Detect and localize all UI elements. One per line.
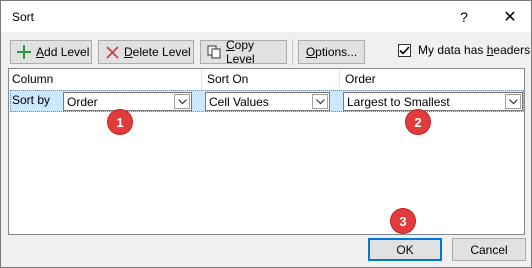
column-header: Column: [12, 72, 54, 86]
sort-dialog: Sort ? ✕ Add Level Delete Level Copy Lev…: [0, 0, 532, 268]
cancel-button[interactable]: Cancel: [452, 238, 526, 261]
copy-icon: [206, 44, 222, 60]
copy-level-button[interactable]: Copy Level: [200, 38, 287, 66]
ok-button[interactable]: OK: [368, 238, 442, 261]
sort-by-label: Sort by: [12, 93, 51, 107]
add-level-label: Add Level: [36, 45, 90, 59]
order-dropdown[interactable]: Largest to Smallest: [343, 92, 523, 111]
column-dropdown-value: Order: [67, 94, 98, 109]
chevron-down-icon[interactable]: [312, 94, 328, 109]
order-header: Order: [345, 72, 376, 86]
add-level-button[interactable]: Add Level: [10, 40, 92, 64]
sort-levels-grid: Column Sort On Order Sort by Order Cell …: [8, 68, 525, 235]
delete-level-button[interactable]: Delete Level: [98, 40, 194, 64]
sort-on-header: Sort On: [207, 72, 249, 86]
copy-level-label: Copy Level: [225, 38, 255, 66]
headers-checkbox[interactable]: [398, 43, 411, 57]
toolbar-separator: [292, 39, 293, 65]
close-button[interactable]: ✕: [490, 1, 530, 32]
annotation-badge-1: 1: [108, 110, 132, 134]
options-label: Options...: [305, 45, 358, 59]
checkmark-icon: [399, 45, 410, 55]
dialog-title: Sort: [12, 10, 35, 24]
chevron-down-icon[interactable]: [174, 94, 190, 109]
help-button[interactable]: ?: [444, 1, 484, 32]
headers-checkbox-row[interactable]: My data has headers: [398, 43, 530, 57]
annotation-badge-3: 3: [391, 209, 415, 233]
chevron-down-icon[interactable]: [505, 94, 521, 109]
delete-level-label: Delete Level: [124, 45, 191, 59]
column-divider: [339, 69, 340, 89]
title-bar: Sort ? ✕: [1, 1, 531, 32]
delete-x-icon: [104, 44, 120, 60]
options-button[interactable]: Options...: [298, 40, 365, 64]
headers-checkbox-label: My data has headers: [418, 43, 531, 57]
sort-on-dropdown-value: Cell Values: [209, 94, 269, 109]
sort-on-dropdown[interactable]: Cell Values: [205, 92, 330, 111]
column-divider: [201, 69, 202, 89]
order-dropdown-value: Largest to Smallest: [347, 94, 450, 109]
plus-icon: [16, 44, 32, 60]
annotation-badge-2: 2: [406, 110, 430, 134]
column-dropdown[interactable]: Order: [63, 92, 192, 111]
